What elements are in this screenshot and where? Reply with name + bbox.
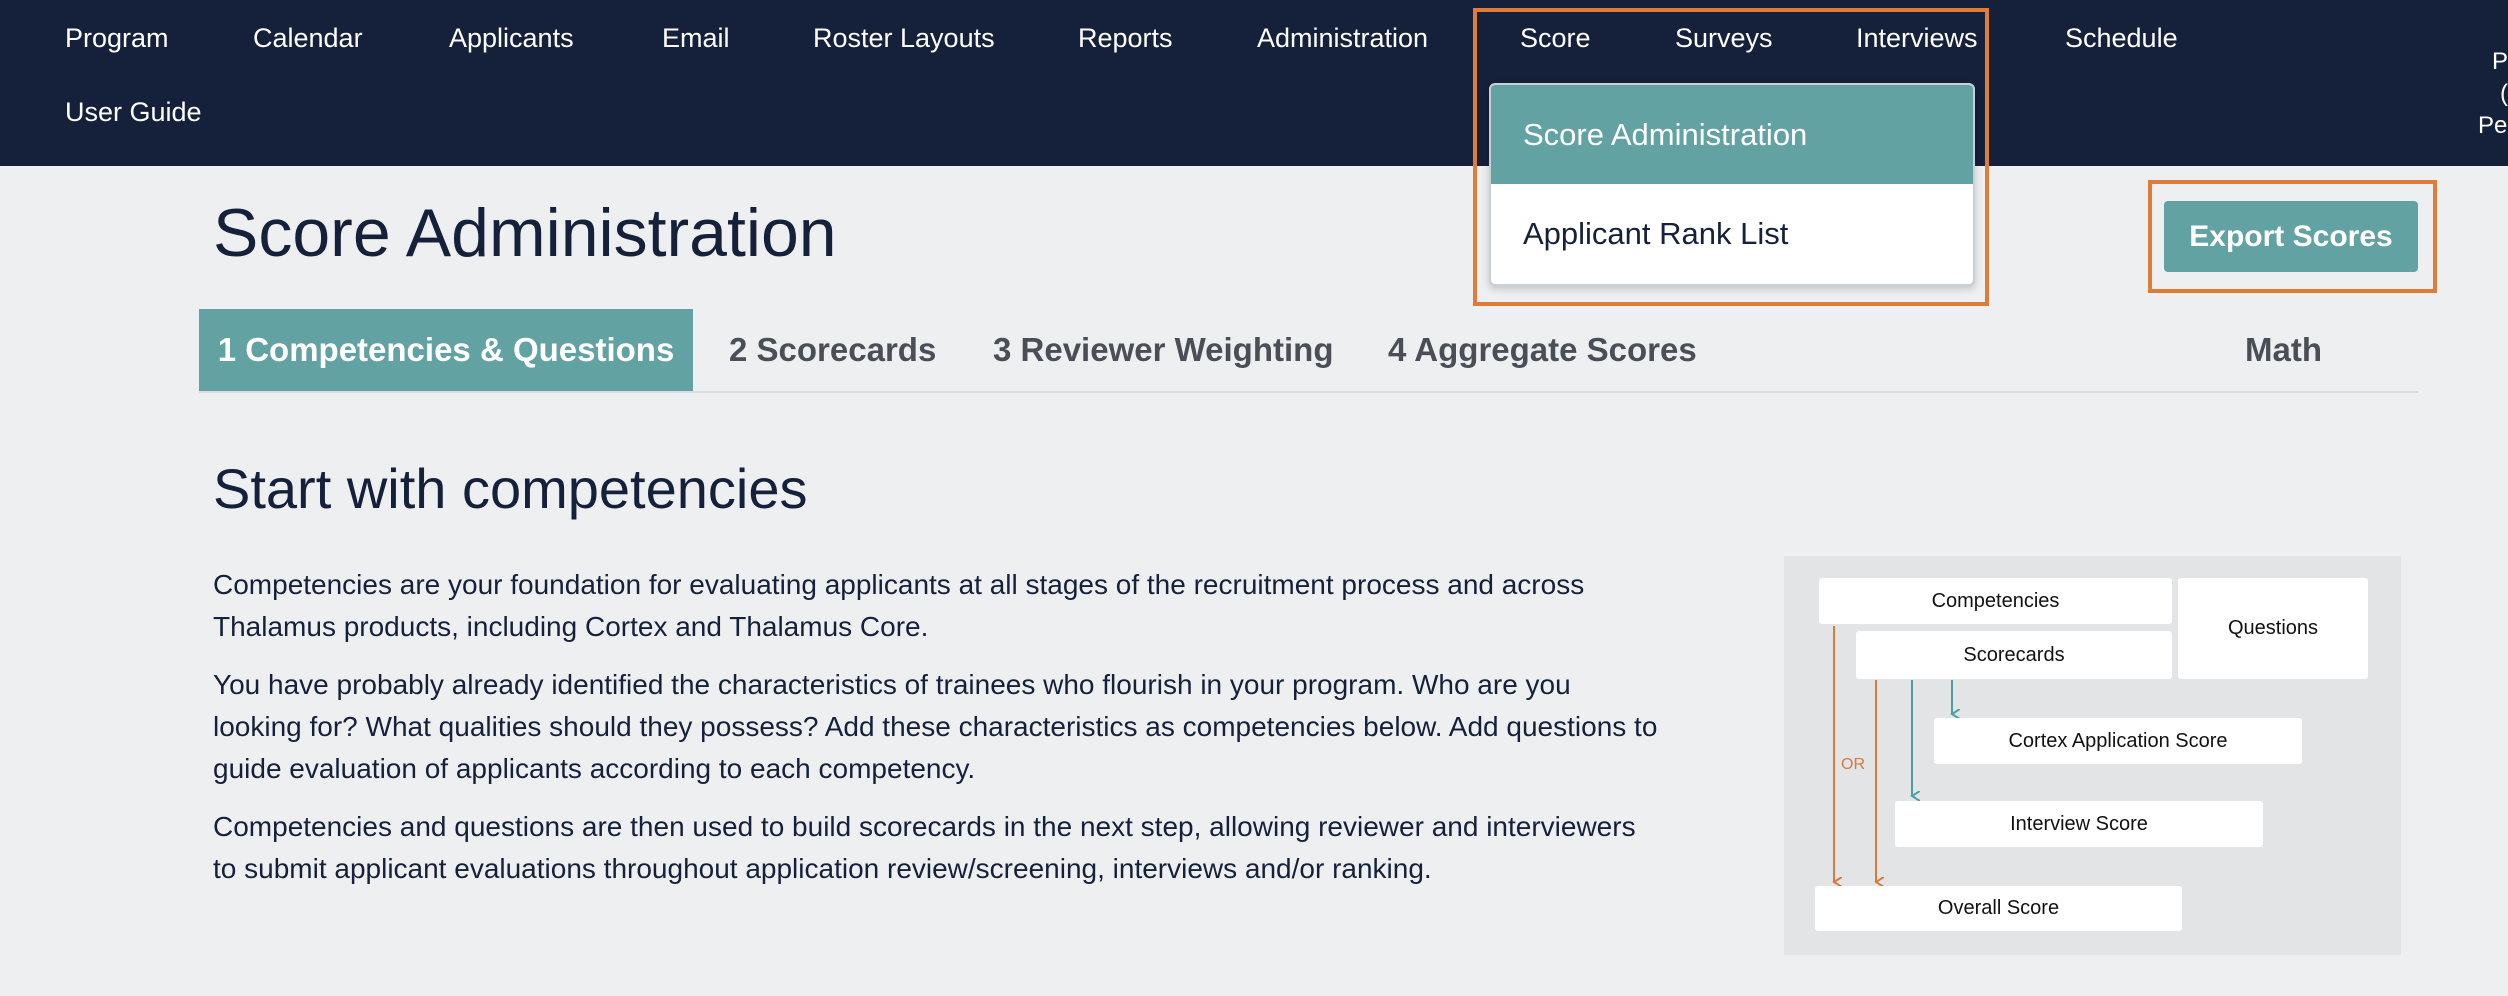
diagram-competencies-box: Competencies (1819, 578, 2172, 624)
nav-applicants[interactable]: Applicants (449, 25, 574, 52)
diagram-or-label: OR (1841, 756, 1865, 773)
diagram-questions-box: Questions (2178, 578, 2368, 679)
nav-calendar[interactable]: Calendar (253, 25, 363, 52)
tab-scorecards[interactable]: 2 Scorecards (729, 309, 936, 391)
diagram-scorecards-box: Scorecards (1856, 631, 2172, 679)
user-menu-line: Pec (2478, 112, 2508, 136)
step-tabs: 1 Competencies & Questions 2 Scorecards … (199, 309, 2419, 393)
paragraph-characteristics: You have probably already identified the… (213, 669, 1658, 784)
user-menu-line: P (2491, 48, 2508, 75)
score-flow-diagram: Competencies Scorecards Questions Cortex… (1784, 556, 2401, 955)
tab-reviewer-weighting[interactable]: 3 Reviewer Weighting (993, 309, 1333, 391)
tab-aggregate-scores[interactable]: 4 Aggregate Scores (1388, 309, 1697, 391)
page-title: Score Administration (213, 195, 837, 271)
export-button-highlight (2148, 180, 2437, 293)
user-menu-line: ( (2500, 80, 2508, 107)
nav-schedule[interactable]: Schedule (2065, 25, 2178, 52)
nav-administration[interactable]: Administration (1257, 25, 1428, 52)
nav-email[interactable]: Email (662, 25, 730, 52)
section-title: Start with competencies (213, 457, 808, 520)
tab-math[interactable]: Math (2245, 309, 2322, 391)
nav-reports[interactable]: Reports (1078, 25, 1173, 52)
nav-user-guide[interactable]: User Guide (65, 99, 202, 126)
nav-program[interactable]: Program (65, 25, 169, 52)
diagram-overall-score-box: Overall Score (1815, 886, 2182, 931)
top-nav: Program Calendar Applicants Email Roster… (0, 0, 2508, 166)
user-menu[interactable]: P ( Pec (2478, 46, 2508, 136)
nav-roster-layouts[interactable]: Roster Layouts (813, 25, 995, 52)
paragraph-scorecards: Competencies and questions are then used… (213, 811, 1636, 884)
diagram-interview-score-box: Interview Score (1895, 801, 2263, 847)
score-menu-highlight (1473, 8, 1989, 306)
diagram-cortex-score-box: Cortex Application Score (1934, 718, 2302, 764)
paragraph-competencies: Competencies are your foundation for eva… (213, 569, 1585, 642)
tab-competencies-questions[interactable]: 1 Competencies & Questions (199, 309, 693, 391)
